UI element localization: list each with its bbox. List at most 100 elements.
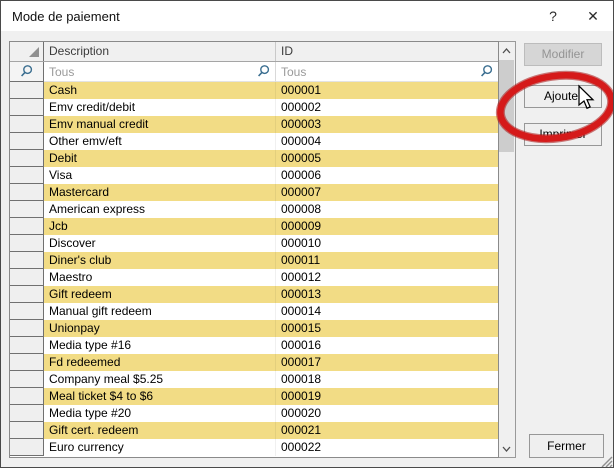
row-id: 000022 [276, 439, 498, 456]
row-gutter-cell[interactable] [10, 252, 44, 269]
table-row[interactable]: Euro currency 000022 [10, 439, 498, 456]
table-body: Cash 000001 Emv credit/debit 000002 Emv … [10, 82, 498, 457]
row-id: 000007 [276, 184, 498, 201]
table-row[interactable]: Unionpay 000015 [10, 320, 498, 337]
window-title: Mode de paiement [1, 9, 533, 24]
table-row[interactable]: Emv credit/debit 000002 [10, 99, 498, 116]
imprimer-button[interactable]: Imprimer [524, 123, 602, 146]
row-id: 000011 [276, 252, 498, 269]
payment-table: Description ID [9, 41, 516, 458]
table-row[interactable]: American express 000008 [10, 201, 498, 218]
close-button[interactable]: ✕ [573, 1, 613, 31]
row-description: Discover [44, 235, 276, 252]
scrollbar-thumb[interactable] [499, 60, 514, 152]
row-gutter-cell[interactable] [10, 371, 44, 388]
table-row[interactable]: Other emv/eft 000004 [10, 133, 498, 150]
table-row[interactable]: Visa 000006 [10, 167, 498, 184]
row-id: 000004 [276, 133, 498, 150]
table-row[interactable]: Company meal $5.25 000018 [10, 371, 498, 388]
id-filter-input[interactable] [276, 65, 479, 79]
filter-row [10, 62, 498, 82]
row-id: 000020 [276, 405, 498, 422]
row-gutter-cell[interactable] [10, 167, 44, 184]
table-row[interactable]: Diner's club 000011 [10, 252, 498, 269]
row-description: Diner's club [44, 252, 276, 269]
row-gutter-cell[interactable] [10, 405, 44, 422]
row-id: 000010 [276, 235, 498, 252]
row-gutter-cell[interactable] [10, 133, 44, 150]
row-description: Cash [44, 82, 276, 99]
row-id: 000021 [276, 422, 498, 439]
row-gutter-cell[interactable] [10, 354, 44, 371]
row-description: Emv manual credit [44, 116, 276, 133]
row-description: Maestro [44, 269, 276, 286]
row-gutter-cell[interactable] [10, 201, 44, 218]
table-row[interactable]: Discover 000010 [10, 235, 498, 252]
row-gutter-cell[interactable] [10, 235, 44, 252]
table-row[interactable]: Manual gift redeem 000014 [10, 303, 498, 320]
row-id: 000013 [276, 286, 498, 303]
table-row[interactable]: Fd redeemed 000017 [10, 354, 498, 371]
chevron-down-icon [502, 446, 511, 452]
row-gutter-cell[interactable] [10, 422, 44, 439]
table-row[interactable]: Meal ticket $4 to $6 000019 [10, 388, 498, 405]
row-gutter-cell[interactable] [10, 269, 44, 286]
table-row[interactable]: Media type #20 000020 [10, 405, 498, 422]
row-id: 000012 [276, 269, 498, 286]
row-description: Meal ticket $4 to $6 [44, 388, 276, 405]
row-description: Fd redeemed [44, 354, 276, 371]
row-description: Jcb [44, 218, 276, 235]
row-gutter-cell[interactable] [10, 184, 44, 201]
row-gutter-cell[interactable] [10, 150, 44, 167]
search-icon[interactable] [256, 64, 271, 79]
table-header: Description ID [10, 42, 498, 62]
column-header-description[interactable]: Description [44, 42, 276, 61]
row-gutter-cell[interactable] [10, 99, 44, 116]
row-id: 000008 [276, 201, 498, 218]
search-icon[interactable] [479, 64, 494, 79]
row-description: Other emv/eft [44, 133, 276, 150]
table-row[interactable]: Maestro 000012 [10, 269, 498, 286]
fermer-button[interactable]: Fermer [529, 434, 604, 458]
scroll-up-button[interactable] [499, 42, 514, 59]
row-id: 000019 [276, 388, 498, 405]
search-icon [19, 64, 34, 79]
row-gutter-cell[interactable] [10, 388, 44, 405]
row-description: Media type #20 [44, 405, 276, 422]
row-id: 000017 [276, 354, 498, 371]
table-row[interactable]: Gift cert. redeem 000021 [10, 422, 498, 439]
select-all-corner[interactable] [10, 42, 44, 61]
table-row[interactable]: Media type #16 000016 [10, 337, 498, 354]
table-row[interactable]: Cash 000001 [10, 82, 498, 99]
row-id: 000014 [276, 303, 498, 320]
column-header-id[interactable]: ID [276, 42, 498, 61]
row-gutter-cell[interactable] [10, 116, 44, 133]
row-gutter-cell[interactable] [10, 337, 44, 354]
row-gutter-cell[interactable] [10, 218, 44, 235]
row-gutter-cell[interactable] [10, 303, 44, 320]
table-row[interactable]: Jcb 000009 [10, 218, 498, 235]
row-gutter-cell[interactable] [10, 320, 44, 337]
table-row[interactable]: Mastercard 000007 [10, 184, 498, 201]
resize-grip[interactable] [602, 457, 612, 467]
row-description: Emv credit/debit [44, 99, 276, 116]
row-description: Manual gift redeem [44, 303, 276, 320]
table-row[interactable]: Debit 000005 [10, 150, 498, 167]
vertical-scrollbar[interactable] [499, 41, 516, 458]
row-gutter-cell[interactable] [10, 286, 44, 303]
table-row[interactable]: Emv manual credit 000003 [10, 116, 498, 133]
scroll-down-button[interactable] [499, 440, 514, 457]
description-filter-input[interactable] [44, 65, 256, 79]
row-id: 000009 [276, 218, 498, 235]
ajouter-button[interactable]: Ajouter [524, 85, 602, 108]
table-row[interactable]: Gift redeem 000013 [10, 286, 498, 303]
row-id: 000002 [276, 99, 498, 116]
modifier-button[interactable]: Modifier [524, 43, 602, 66]
row-id: 000001 [276, 82, 498, 99]
row-gutter-cell[interactable] [10, 439, 44, 456]
row-id: 000016 [276, 337, 498, 354]
filter-gutter-cell [10, 62, 44, 82]
row-gutter-cell[interactable] [10, 82, 44, 99]
help-button[interactable]: ? [533, 1, 573, 31]
row-description: Visa [44, 167, 276, 184]
